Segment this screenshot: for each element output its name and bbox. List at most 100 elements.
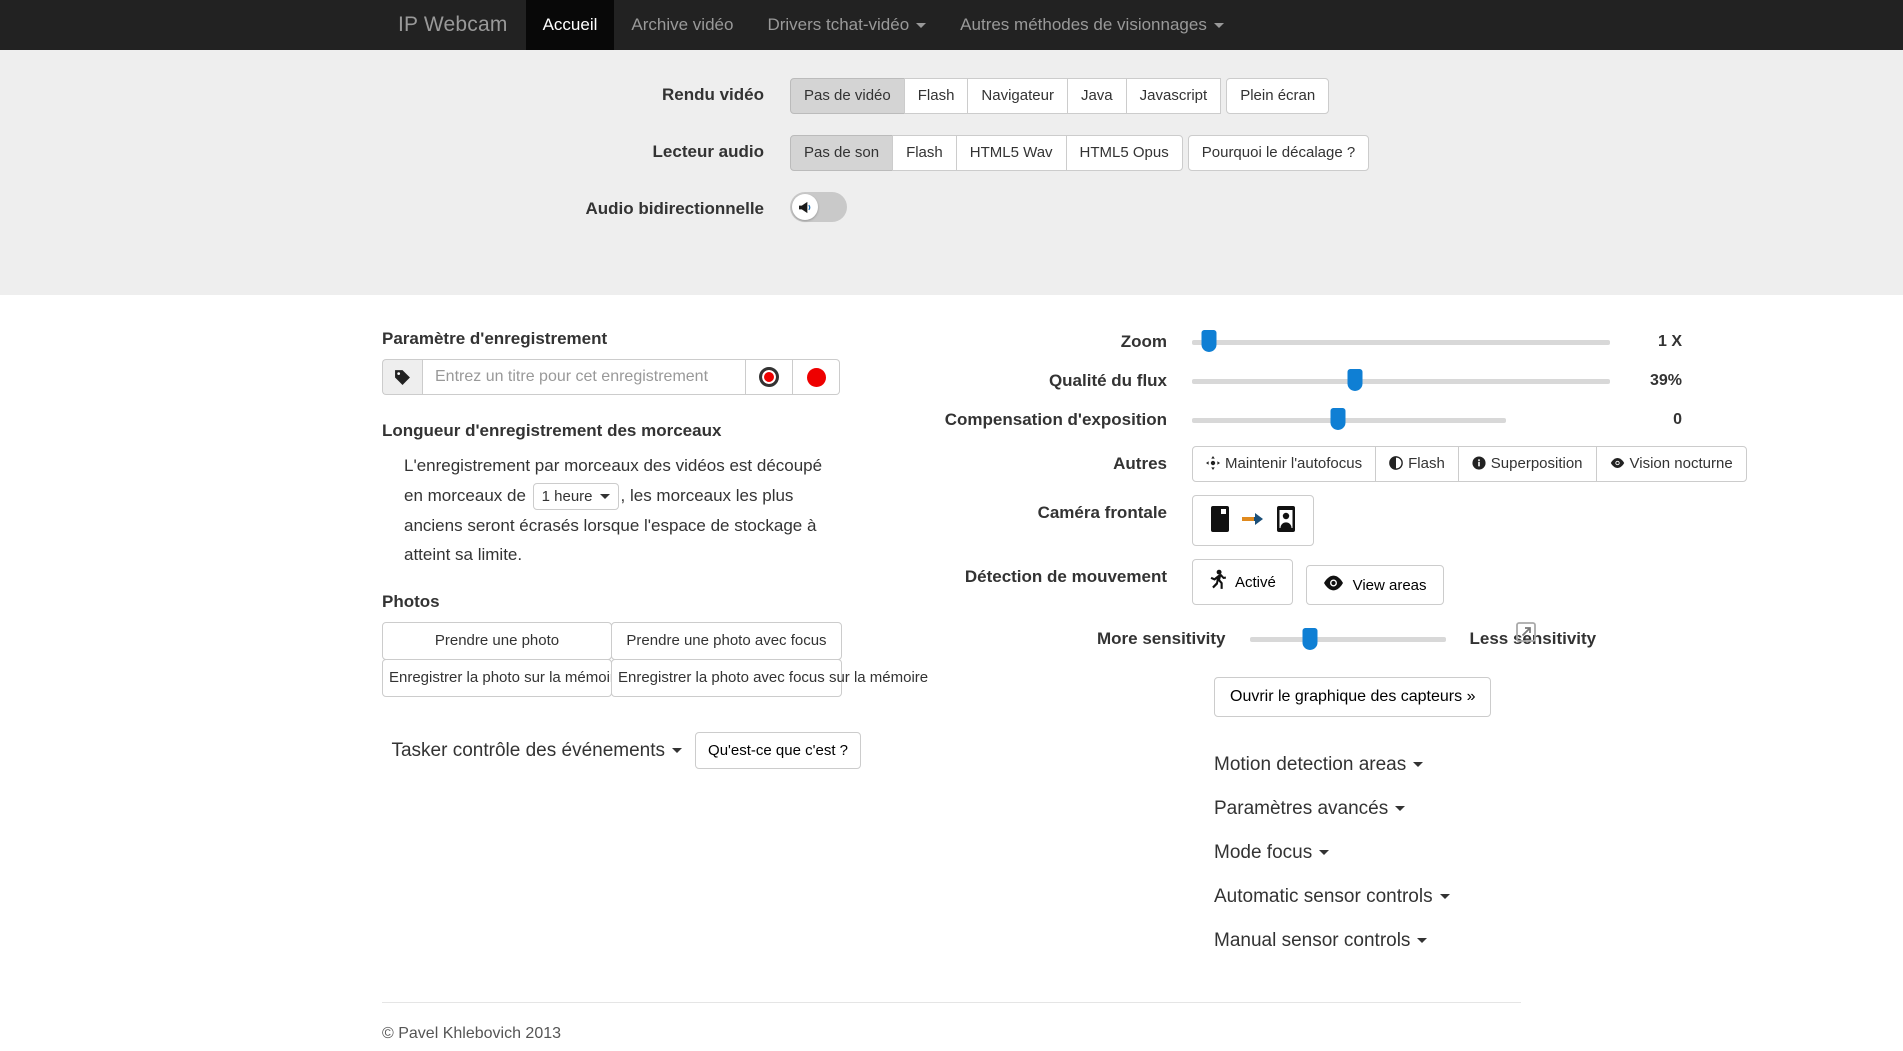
nav-item-label: Drivers tchat-vidéo xyxy=(767,15,909,35)
audio-player-option-pas-de-son[interactable]: Pas de son xyxy=(790,135,893,171)
collapse-label: Mode focus xyxy=(1214,842,1312,863)
phone-selfie-icon xyxy=(1276,505,1296,536)
chunk-length-description: L'enregistrement par morceaux des vidéos… xyxy=(404,451,824,570)
slider-track xyxy=(1250,637,1446,642)
record-dot-button[interactable] xyxy=(793,359,840,395)
nav-item-archive-video[interactable]: Archive vidéo xyxy=(614,0,750,50)
collapse-label: Motion detection areas xyxy=(1214,754,1406,775)
motion-detection-enabled-button[interactable]: Activé xyxy=(1192,559,1293,605)
tasker-events-label: Tasker contrôle des événements xyxy=(391,740,665,761)
stream-quality-slider-row: Qualité du flux 39% xyxy=(892,368,1903,394)
switch-camera-button[interactable] xyxy=(1192,495,1314,546)
chunk-length-select[interactable]: 1 heure xyxy=(533,483,619,510)
chevron-down-icon xyxy=(916,23,926,28)
tasker-events-dropdown[interactable]: Tasker contrôle des événements xyxy=(391,740,682,762)
zoom-slider[interactable] xyxy=(1192,329,1610,355)
tasker-help-button[interactable]: Qu'est-ce que c'est ? xyxy=(695,732,861,769)
audio-player-option-html5-opus[interactable]: HTML5 Opus xyxy=(1066,135,1183,171)
collapse-motion-detection-areas[interactable]: Motion detection areas xyxy=(1214,754,1423,776)
button-label: Flash xyxy=(1408,455,1445,472)
footer-copyright: © Pavel Khlebovich 2013 xyxy=(382,1002,1521,1043)
eye-icon xyxy=(1323,575,1344,595)
more-sensitivity-label: More sensitivity xyxy=(1097,629,1226,649)
nav-item-autres-methodes[interactable]: Autres méthodes de visionnages xyxy=(943,0,1241,50)
button-label: Maintenir l'autofocus xyxy=(1225,455,1362,472)
front-camera-row: Caméra frontale xyxy=(892,495,1903,546)
nav-item-drivers-tchat-video[interactable]: Drivers tchat-vidéo xyxy=(750,0,943,50)
audio-player-option-flash[interactable]: Flash xyxy=(892,135,957,171)
tasker-row: Tasker contrôle des événements Qu'est-ce… xyxy=(382,732,862,769)
view-areas-button[interactable]: View areas xyxy=(1306,565,1444,605)
chevron-down-icon xyxy=(672,748,682,753)
exposure-compensation-label: Compensation d'exposition xyxy=(892,410,1192,430)
slider-handle[interactable] xyxy=(1348,369,1363,391)
overlay-button[interactable]: Superposition xyxy=(1458,446,1597,482)
slider-handle[interactable] xyxy=(1331,408,1346,430)
left-column: Paramètre d'enregistrement Longueur d'en… xyxy=(382,329,862,974)
collapse-manual-sensor-controls[interactable]: Manual sensor controls xyxy=(1214,930,1427,952)
slider-handle[interactable] xyxy=(1303,628,1318,650)
megaphone-icon xyxy=(798,201,813,214)
video-render-option-plein-ecran[interactable]: Plein écran xyxy=(1226,78,1329,114)
nav-item-accueil[interactable]: Accueil xyxy=(526,0,615,50)
brand-logo[interactable]: IP Webcam xyxy=(380,0,526,50)
open-sensor-graph-button[interactable]: Ouvrir le graphique des capteurs » xyxy=(1214,677,1491,717)
nav-item-label: Archive vidéo xyxy=(631,15,733,35)
button-label: Superposition xyxy=(1491,455,1583,472)
toggle-knob xyxy=(792,194,818,220)
video-render-option-pas-de-video[interactable]: Pas de vidéo xyxy=(790,78,905,114)
phone-back-icon xyxy=(1210,505,1230,536)
sensitivity-slider[interactable] xyxy=(1250,627,1446,651)
audio-player-button-group: Pas de son Flash HTML5 Wav HTML5 Opus Po… xyxy=(790,135,1369,171)
video-render-label: Rendu vidéo xyxy=(0,78,790,105)
external-link-icon[interactable] xyxy=(1515,621,1537,648)
others-label: Autres xyxy=(892,446,1192,474)
slider-handle[interactable] xyxy=(1201,330,1216,352)
audio-player-option-html5-wav[interactable]: HTML5 Wav xyxy=(956,135,1067,171)
arrow-right-icon xyxy=(1242,512,1264,529)
video-render-option-flash[interactable]: Flash xyxy=(904,78,969,114)
video-render-button-group: Pas de vidéo Flash Navigateur Java Javas… xyxy=(790,78,1329,114)
collapse-parametres-avances[interactable]: Paramètres avancés xyxy=(1214,798,1405,820)
two-way-audio-label: Audio bidirectionnelle xyxy=(0,192,790,219)
slider-track xyxy=(1192,418,1506,423)
take-photo-button[interactable]: Prendre une photo xyxy=(382,622,612,660)
save-photo-to-memory-button[interactable]: Enregistrer la photo sur la mémoire xyxy=(382,659,612,697)
start-recording-button[interactable] xyxy=(746,359,793,395)
others-row: Autres Maintenir l'autofocus Flash xyxy=(892,446,1903,482)
video-render-option-javascript[interactable]: Javascript xyxy=(1126,78,1222,114)
others-button-group: Maintenir l'autofocus Flash Superpositio… xyxy=(1192,446,1747,482)
running-person-icon xyxy=(1209,569,1226,595)
audio-player-help-decalage[interactable]: Pourquoi le décalage ? xyxy=(1188,135,1369,171)
slider-track xyxy=(1192,379,1610,384)
collapsible-sections: Motion detection areas Paramètres avancé… xyxy=(1214,754,1903,974)
flash-button[interactable]: Flash xyxy=(1375,446,1459,482)
button-label: Vision nocturne xyxy=(1630,455,1733,472)
exposure-compensation-slider[interactable] xyxy=(1192,407,1610,433)
zoom-value: 1 X xyxy=(1610,333,1682,351)
take-photo-with-focus-button[interactable]: Prendre une photo avec focus xyxy=(611,622,842,660)
chevron-down-icon xyxy=(1395,806,1405,811)
motion-detection-buttons: Activé View areas xyxy=(1192,559,1452,605)
recording-title-input[interactable] xyxy=(422,359,746,395)
contrast-circle-icon xyxy=(1389,456,1403,470)
collapse-label: Automatic sensor controls xyxy=(1214,886,1433,907)
video-render-option-java[interactable]: Java xyxy=(1067,78,1127,114)
move-crosshair-icon xyxy=(1206,456,1220,470)
collapse-mode-focus[interactable]: Mode focus xyxy=(1214,842,1329,864)
exposure-compensation-slider-row: Compensation d'exposition 0 xyxy=(892,407,1903,433)
video-render-option-navigateur[interactable]: Navigateur xyxy=(967,78,1068,114)
two-way-audio-toggle[interactable] xyxy=(790,192,847,222)
keep-autofocus-button[interactable]: Maintenir l'autofocus xyxy=(1192,446,1376,482)
audio-player-row: Lecteur audio Pas de son Flash HTML5 Wav… xyxy=(0,135,1903,171)
chevron-down-icon xyxy=(1319,850,1329,855)
info-circle-icon xyxy=(1472,456,1486,470)
save-photo-with-focus-to-memory-button[interactable]: Enregistrer la photo avec focus sur la m… xyxy=(611,659,842,697)
stream-quality-slider[interactable] xyxy=(1192,368,1610,394)
collapse-label: Paramètres avancés xyxy=(1214,798,1388,819)
collapse-automatic-sensor-controls[interactable]: Automatic sensor controls xyxy=(1214,886,1450,908)
photo-buttons-grid: Prendre une photo Prendre une photo avec… xyxy=(382,622,862,696)
night-vision-button[interactable]: Vision nocturne xyxy=(1596,446,1747,482)
sensitivity-row: More sensitivity Less sensitivity xyxy=(1097,627,1903,651)
chevron-down-icon xyxy=(1417,938,1427,943)
